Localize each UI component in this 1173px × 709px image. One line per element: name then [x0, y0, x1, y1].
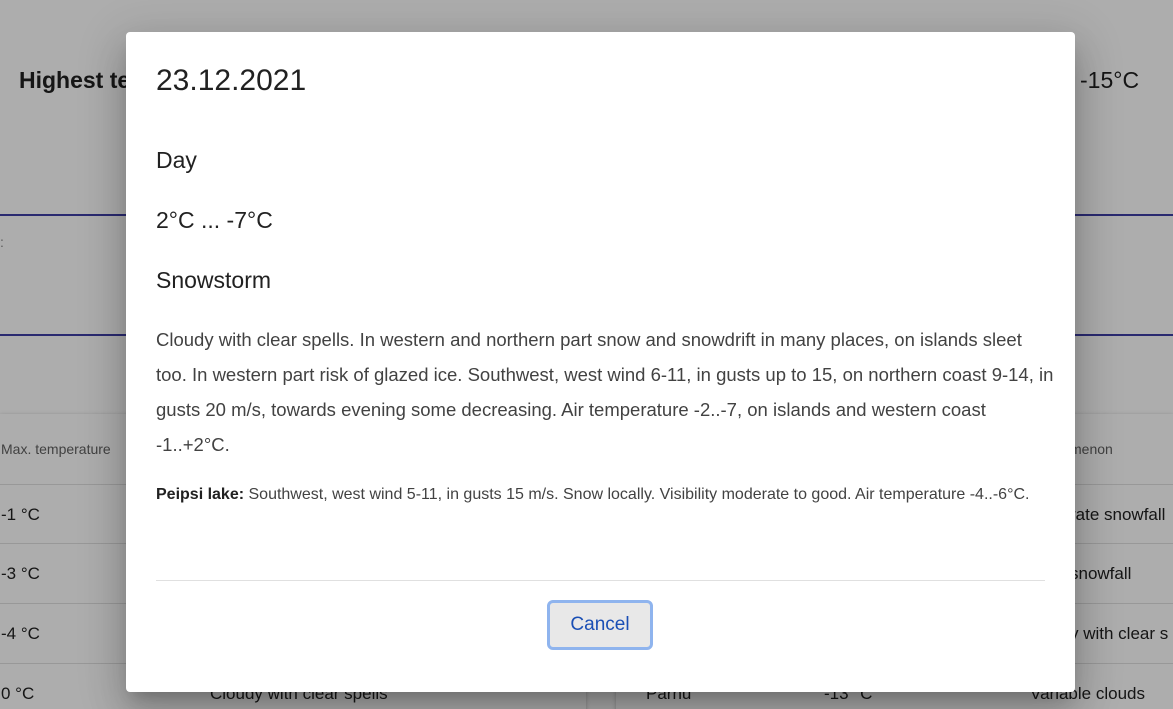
weather-phenomenon: Snowstorm	[156, 267, 272, 293]
peipsi-lake-forecast: Peipsi lake: Southwest, west wind 5-11, …	[156, 482, 1056, 507]
temperature-range: 2°C ... -7°C	[156, 207, 273, 233]
forecast-period: Day	[156, 147, 197, 173]
cancel-button[interactable]: Cancel	[547, 600, 653, 650]
dialog-date: 23.12.2021	[156, 64, 307, 97]
dialog-divider	[156, 580, 1045, 581]
forecast-description: Cloudy with clear spells. In western and…	[156, 329, 1054, 455]
forecast-dialog: 23.12.2021 Day 2°C ... -7°C Snowstorm Cl…	[126, 32, 1075, 692]
peipsi-lake-text: Southwest, west wind 5-11, in gusts 15 m…	[244, 486, 1030, 503]
peipsi-lake-label: Peipsi lake:	[156, 486, 245, 503]
